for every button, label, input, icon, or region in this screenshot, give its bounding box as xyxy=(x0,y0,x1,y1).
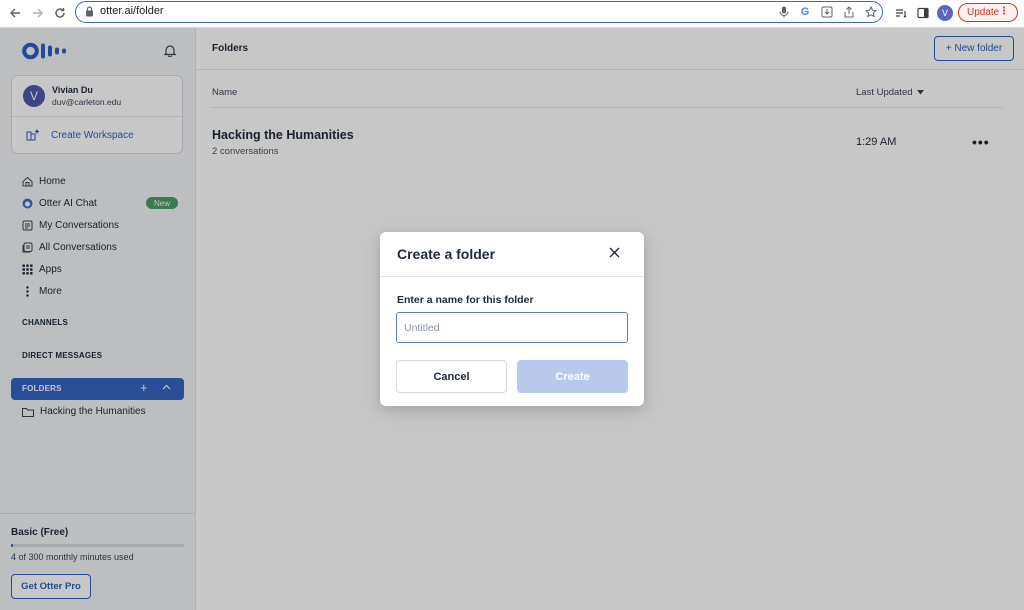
close-icon[interactable] xyxy=(608,246,621,259)
create-button[interactable]: Create xyxy=(517,360,628,393)
update-label: Update xyxy=(967,7,1000,18)
create-folder-dialog: Create a folder Enter a name for this fo… xyxy=(380,232,644,406)
lock-icon xyxy=(85,6,94,17)
browser-toolbar: otter.ai/folder G V Update ⋮ xyxy=(0,0,1024,28)
back-icon[interactable] xyxy=(6,4,24,22)
install-app-icon[interactable] xyxy=(820,5,834,19)
update-button[interactable]: Update ⋮ xyxy=(958,3,1018,22)
browser-profile-avatar[interactable]: V xyxy=(937,5,953,21)
forward-icon[interactable] xyxy=(29,4,47,22)
folder-name-label: Enter a name for this folder xyxy=(397,294,534,306)
google-lens-icon[interactable]: G xyxy=(798,5,812,19)
dialog-title: Create a folder xyxy=(397,246,496,262)
reading-list-icon[interactable] xyxy=(893,5,909,21)
side-panel-icon[interactable] xyxy=(915,5,931,21)
reload-icon[interactable] xyxy=(51,4,69,22)
address-bar[interactable]: otter.ai/folder G xyxy=(75,1,883,23)
cancel-button[interactable]: Cancel xyxy=(396,360,507,393)
share-icon[interactable] xyxy=(842,5,856,19)
bookmark-star-icon[interactable] xyxy=(864,5,878,19)
browser-menu-icon: ⋮ xyxy=(999,6,1009,17)
microphone-icon[interactable] xyxy=(777,5,791,19)
folder-name-input[interactable] xyxy=(396,312,628,343)
url-text: otter.ai/folder xyxy=(100,5,164,17)
dialog-divider xyxy=(380,276,644,277)
